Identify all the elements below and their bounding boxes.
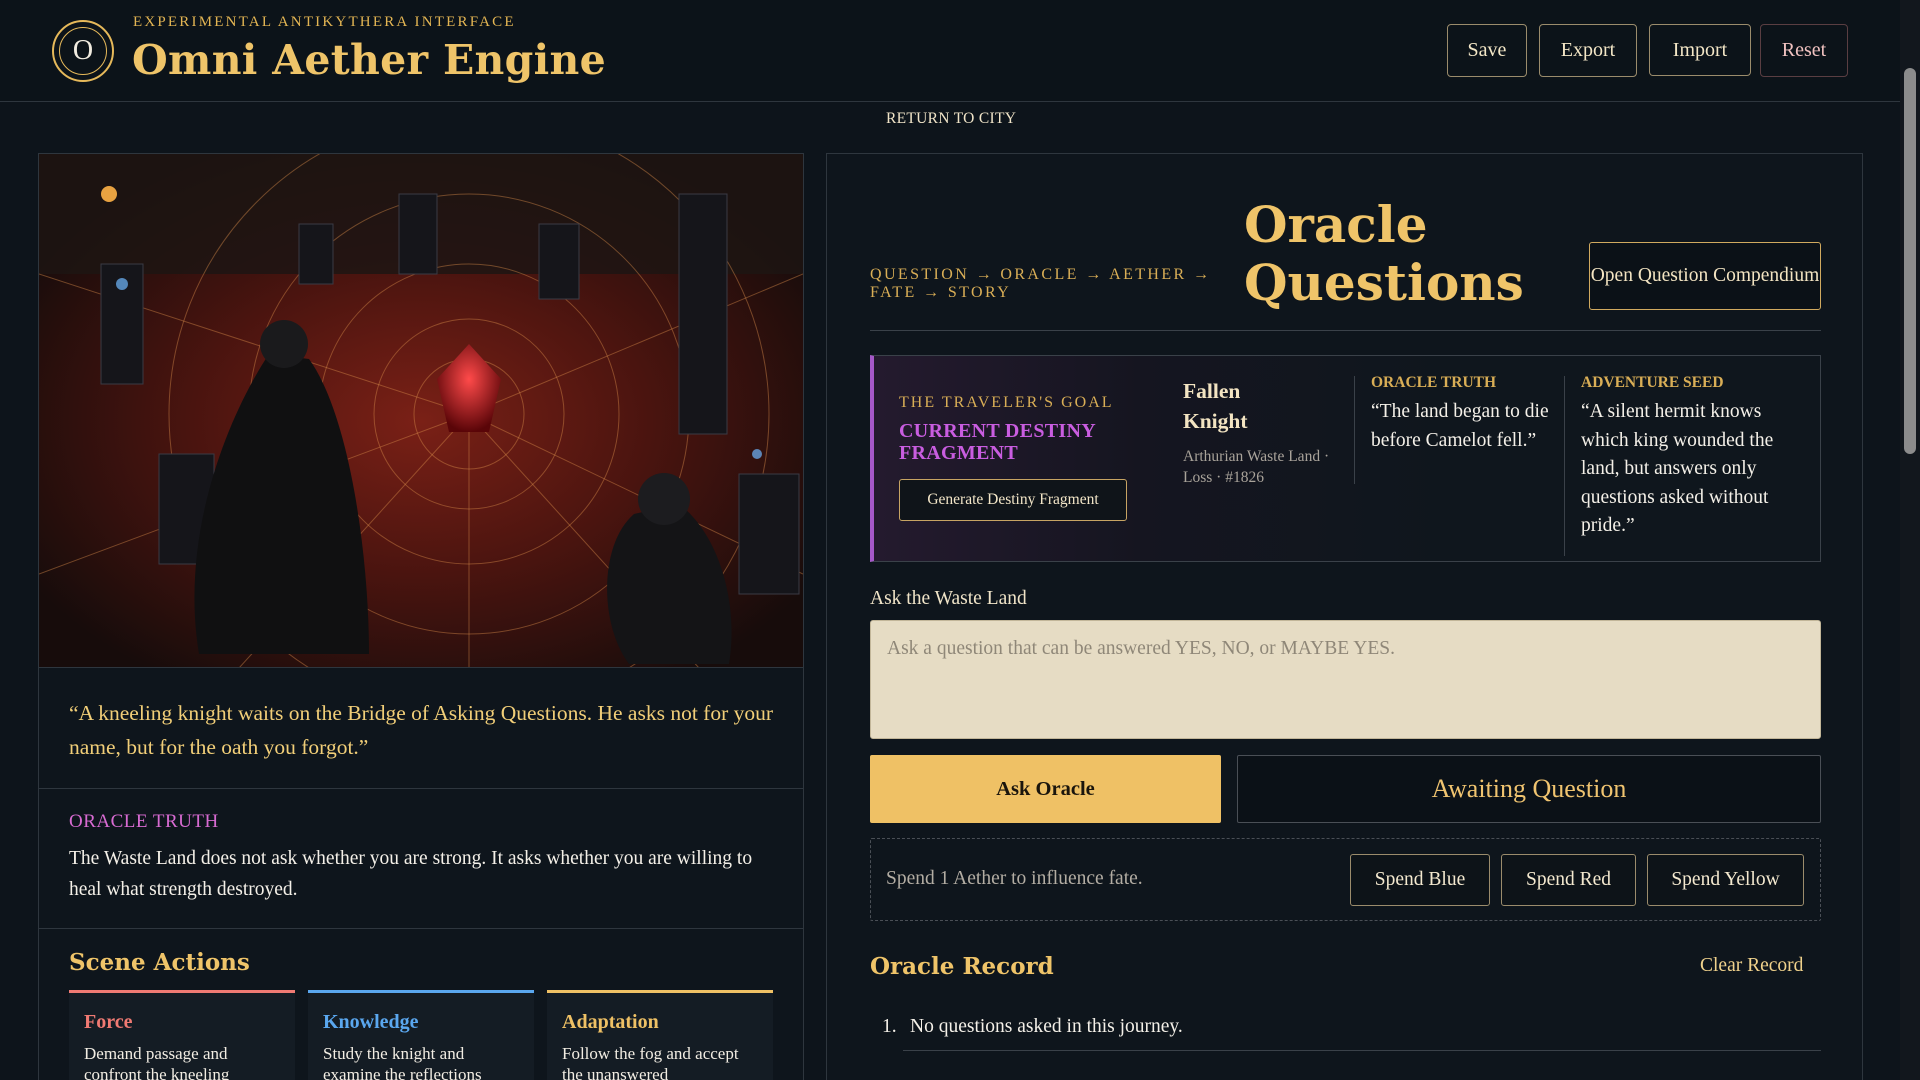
adventure-seed-label: ADVENTURE SEED <box>1581 374 1724 391</box>
scene-truth-label: ORACLE TRUTH <box>69 811 219 832</box>
logo-letter: O <box>59 27 107 75</box>
action-title: Knowledge <box>323 1011 419 1033</box>
action-card-force[interactable]: Force Demand passage and confront the kn… <box>69 990 295 1080</box>
oracle-panel: QUESTION → ORACLE → AETHER → FATE → STOR… <box>826 153 1863 1080</box>
divider <box>870 330 1821 331</box>
action-title: Force <box>84 1011 133 1033</box>
column-divider <box>1564 376 1565 556</box>
ask-label: Ask the Waste Land <box>870 588 1027 609</box>
destiny-fragment-card: THE TRAVELER'S GOAL CURRENT DESTINY FRAG… <box>870 355 1821 562</box>
action-desc: Follow the fog and accept the unanswered <box>562 1044 739 1080</box>
save-button[interactable]: Save <box>1447 24 1527 77</box>
spend-red-button[interactable]: Spend Red <box>1501 854 1636 906</box>
spend-yellow-button[interactable]: Spend Yellow <box>1647 854 1804 906</box>
travelers-goal-label: THE TRAVELER'S GOAL <box>899 394 1114 411</box>
oracle-title: Oracle Questions <box>1244 195 1524 312</box>
oracle-truth-text: “The land began to die before Camelot fe… <box>1371 401 1549 451</box>
clear-record-button[interactable]: Clear Record <box>1700 955 1803 977</box>
import-button[interactable]: Import <box>1649 24 1751 76</box>
oracle-truth-label: ORACLE TRUTH <box>1371 374 1497 391</box>
adventure-seed-text: “A silent hermit knows which king wounde… <box>1581 401 1774 536</box>
action-card-adaptation[interactable]: Adaptation Follow the fog and accept the… <box>547 990 773 1080</box>
action-desc: Study the knight and examine the reflect… <box>323 1044 482 1080</box>
scene-illustration <box>39 154 803 668</box>
page-scrollbar[interactable] <box>1900 0 1920 1080</box>
record-item: No questions asked in this journey. <box>910 1016 1183 1037</box>
scene-illustration-svg <box>39 154 803 667</box>
scene-actions-title: Scene Actions <box>69 949 250 976</box>
app-logo: O <box>52 20 114 82</box>
app-header: O EXPERIMENTAL ANTIKYTHERA INTERFACE Omn… <box>0 0 1900 102</box>
export-button[interactable]: Export <box>1539 24 1637 77</box>
scene-truth-text: The Waste Land does not ask whether you … <box>69 848 753 900</box>
destiny-fragment-title: CURRENT DESTINY FRAGMENT <box>899 420 1096 464</box>
column-divider <box>1354 376 1355 484</box>
oracle-pipeline: QUESTION → ORACLE → AETHER → FATE → STOR… <box>870 266 1212 301</box>
oracle-status: Awaiting Question <box>1237 755 1821 823</box>
action-card-knowledge[interactable]: Knowledge Study the knight and examine t… <box>308 990 534 1080</box>
app-eyebrow: EXPERIMENTAL ANTIKYTHERA INTERFACE <box>133 14 516 30</box>
spend-aether-text: Spend 1 Aether to influence fate. <box>886 868 1143 889</box>
app-title: Omni Aether Engine <box>132 36 606 84</box>
scene-panel: “A kneeling knight waits on the Bridge o… <box>38 153 804 1080</box>
fragment-meta: Arthurian Waste Land · Loss · #1826 <box>1183 448 1330 486</box>
action-title: Adaptation <box>562 1011 659 1033</box>
scene-quote-block: “A kneeling knight waits on the Bridge o… <box>39 668 803 789</box>
record-item-number: 1. <box>882 1016 897 1037</box>
scene-quote: “A kneeling knight waits on the Bridge o… <box>69 701 774 759</box>
action-desc: Demand passage and confront the kneeling <box>84 1044 230 1080</box>
generate-destiny-button[interactable]: Generate Destiny Fragment <box>899 479 1127 521</box>
scrollbar-thumb[interactable] <box>1904 68 1916 454</box>
question-input[interactable] <box>870 620 1821 739</box>
oracle-record-title: Oracle Record <box>870 953 1054 980</box>
record-divider <box>903 1050 1821 1051</box>
spend-blue-button[interactable]: Spend Blue <box>1350 854 1490 906</box>
fragment-name: Fallen Knight <box>1183 379 1248 433</box>
reset-button[interactable]: Reset <box>1760 24 1848 77</box>
spend-aether-box: Spend 1 Aether to influence fate. Spend … <box>870 838 1821 921</box>
return-to-city-link[interactable]: RETURN TO CITY <box>886 110 1016 128</box>
open-compendium-button[interactable]: Open Question Compendium <box>1589 242 1821 310</box>
ask-oracle-button[interactable]: Ask Oracle <box>870 755 1221 823</box>
scene-truth-block: ORACLE TRUTH The Waste Land does not ask… <box>39 789 803 929</box>
